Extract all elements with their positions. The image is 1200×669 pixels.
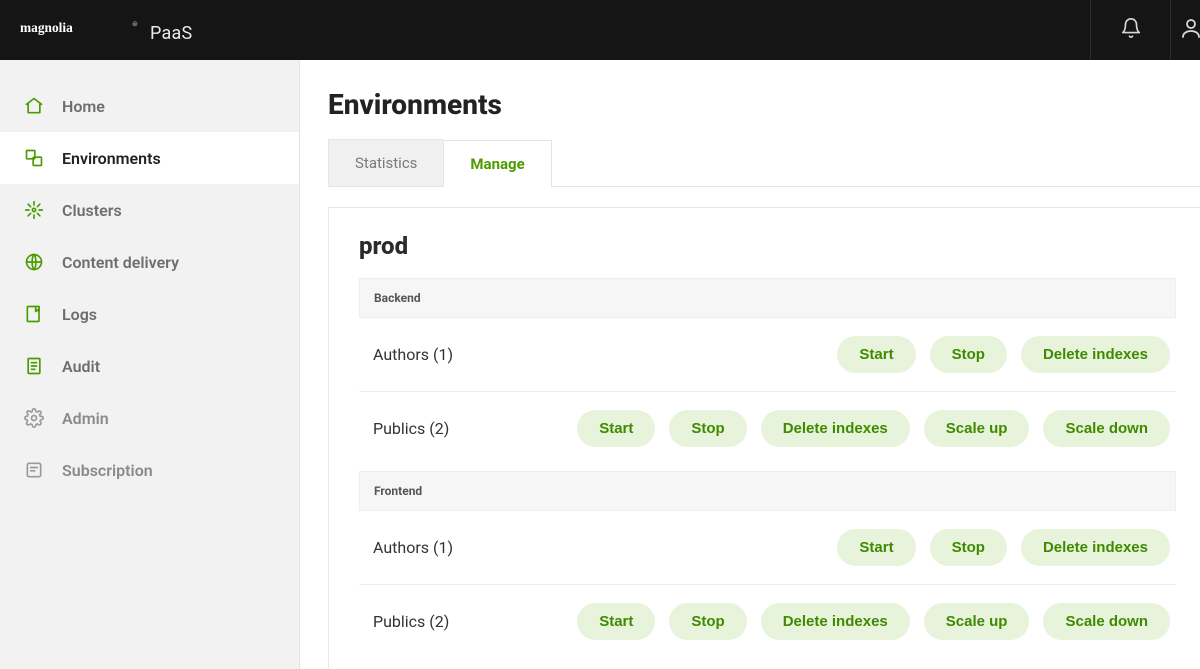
subscription-icon xyxy=(24,460,44,480)
row-publics: Publics (2) Start Stop Delete indexes Sc… xyxy=(359,392,1176,465)
sidebar-item-home[interactable]: Home xyxy=(0,80,299,132)
section-header: Frontend xyxy=(359,471,1176,511)
row-actions: Start Stop Delete indexes xyxy=(837,336,1170,373)
environment-name: prod xyxy=(359,232,1176,260)
page-title: Environments xyxy=(328,88,1200,121)
row-label: Authors (1) xyxy=(373,345,453,364)
row-actions: Start Stop Delete indexes Scale up Scale… xyxy=(577,603,1170,640)
row-authors: Authors (1) Start Stop Delete indexes xyxy=(359,318,1176,392)
sidebar-item-content-delivery[interactable]: Content delivery xyxy=(0,236,299,288)
tab-statistics[interactable]: Statistics xyxy=(328,139,443,186)
sidebar-item-environments[interactable]: Environments xyxy=(0,132,299,184)
start-button[interactable]: Start xyxy=(577,603,655,640)
main: Environments Statistics Manage prod Back… xyxy=(300,60,1200,669)
section-frontend: Frontend Authors (1) Start Stop Delete i… xyxy=(359,471,1176,658)
sidebar-item-clusters[interactable]: Clusters xyxy=(0,184,299,236)
tabs: Statistics Manage xyxy=(328,139,1200,187)
topbar: magnolia R PaaS xyxy=(0,0,1200,60)
audit-icon xyxy=(24,356,44,376)
layout: Home Environments Clusters Content deliv… xyxy=(0,60,1200,669)
brand-product: PaaS xyxy=(150,23,192,44)
scale-down-button[interactable]: Scale down xyxy=(1043,603,1170,640)
tab-manage[interactable]: Manage xyxy=(443,140,551,187)
sidebar-item-label: Logs xyxy=(62,305,97,324)
admin-icon xyxy=(24,408,44,428)
logs-icon xyxy=(24,304,44,324)
sidebar-item-label: Content delivery xyxy=(62,253,179,272)
stop-button[interactable]: Stop xyxy=(669,410,746,447)
sidebar-item-label: Subscription xyxy=(62,461,153,480)
brand: magnolia R PaaS xyxy=(20,17,192,44)
sidebar-item-label: Environments xyxy=(62,149,161,168)
row-label: Publics (2) xyxy=(373,419,449,438)
row-publics: Publics (2) Start Stop Delete indexes Sc… xyxy=(359,585,1176,658)
topbar-right xyxy=(1090,0,1200,60)
delete-indexes-button[interactable]: Delete indexes xyxy=(1021,336,1170,373)
sidebar-item-label: Audit xyxy=(62,357,100,376)
environments-icon xyxy=(24,148,44,168)
scale-up-button[interactable]: Scale up xyxy=(924,603,1030,640)
row-actions: Start Stop Delete indexes xyxy=(837,529,1170,566)
delete-indexes-button[interactable]: Delete indexes xyxy=(761,603,910,640)
user-icon xyxy=(1179,16,1200,44)
stop-button[interactable]: Stop xyxy=(930,336,1007,373)
row-authors: Authors (1) Start Stop Delete indexes xyxy=(359,511,1176,585)
delete-indexes-button[interactable]: Delete indexes xyxy=(1021,529,1170,566)
sidebar-item-subscription[interactable]: Subscription xyxy=(0,444,299,496)
bell-icon xyxy=(1120,17,1142,43)
row-label: Authors (1) xyxy=(373,538,453,557)
start-button[interactable]: Start xyxy=(837,529,915,566)
start-button[interactable]: Start xyxy=(577,410,655,447)
sidebar: Home Environments Clusters Content deliv… xyxy=(0,60,300,669)
start-button[interactable]: Start xyxy=(837,336,915,373)
scale-up-button[interactable]: Scale up xyxy=(924,410,1030,447)
content-delivery-icon xyxy=(24,252,44,272)
brand-logo: magnolia R xyxy=(20,17,140,39)
home-icon xyxy=(24,96,44,116)
stop-button[interactable]: Stop xyxy=(930,529,1007,566)
sidebar-item-label: Home xyxy=(62,97,105,116)
notifications-button[interactable] xyxy=(1090,0,1170,60)
section-header: Backend xyxy=(359,278,1176,318)
stop-button[interactable]: Stop xyxy=(669,603,746,640)
sidebar-item-audit[interactable]: Audit xyxy=(0,340,299,392)
delete-indexes-button[interactable]: Delete indexes xyxy=(761,410,910,447)
section-backend: Backend Authors (1) Start Stop Delete in… xyxy=(359,278,1176,465)
sidebar-item-logs[interactable]: Logs xyxy=(0,288,299,340)
clusters-icon xyxy=(24,200,44,220)
svg-text:R: R xyxy=(134,22,136,26)
sidebar-item-label: Admin xyxy=(62,409,109,428)
scale-down-button[interactable]: Scale down xyxy=(1043,410,1170,447)
row-label: Publics (2) xyxy=(373,612,449,631)
user-menu-button[interactable] xyxy=(1170,0,1200,60)
sidebar-item-admin[interactable]: Admin xyxy=(0,392,299,444)
svg-text:magnolia: magnolia xyxy=(20,20,73,35)
sidebar-item-label: Clusters xyxy=(62,201,122,220)
row-actions: Start Stop Delete indexes Scale up Scale… xyxy=(577,410,1170,447)
environment-card: prod Backend Authors (1) Start Stop Dele… xyxy=(328,207,1200,669)
